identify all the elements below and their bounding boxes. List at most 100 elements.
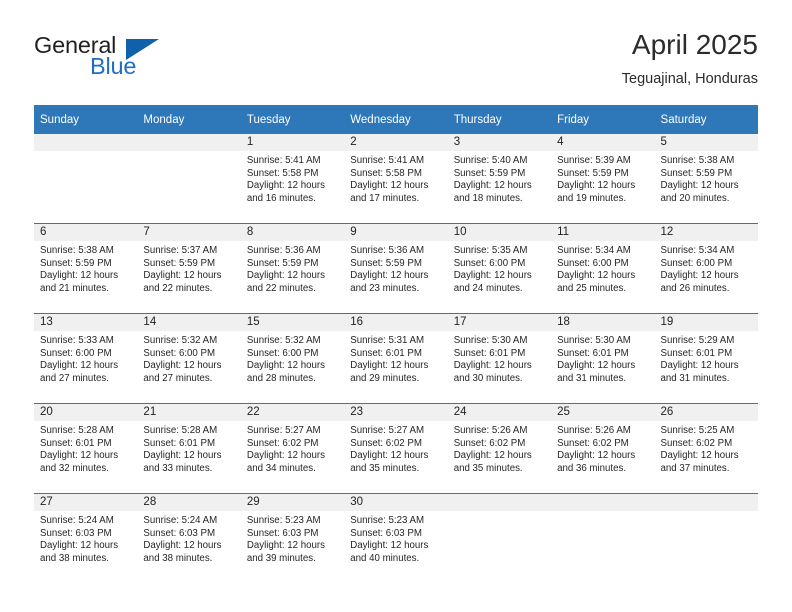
daylight-text-line2: and 29 minutes. bbox=[350, 372, 420, 384]
sunrise-text: Sunrise: 5:36 AM bbox=[246, 245, 321, 256]
day-details: Sunrise: 5:34 AM Sunset: 6:00 PM Daylight:… bbox=[655, 241, 758, 295]
calendar-day-cell[interactable]: 26 Sunrise: 5:25 AM Sunset: 6:02 PM Dayligh… bbox=[654, 403, 758, 494]
day-number: 27 bbox=[34, 494, 138, 511]
calendar-week-row: 27 Sunrise: 5:24 AM Sunset: 6:03 PM Dayligh… bbox=[34, 493, 758, 583]
day-number: 19 bbox=[654, 314, 758, 331]
day-number bbox=[447, 494, 552, 511]
day-number: 23 bbox=[344, 404, 448, 421]
calendar-day-cell[interactable]: 19 Sunrise: 5:29 AM Sunset: 6:01 PM Dayligh… bbox=[654, 313, 758, 404]
sunset-text: Sunset: 6:03 PM bbox=[350, 527, 422, 539]
calendar-day-cell[interactable]: 2 Sunrise: 5:41 AM Sunset: 5:58 PM Daylight… bbox=[344, 134, 448, 224]
calendar-day-cell[interactable]: 30 Sunrise: 5:23 AM Sunset: 6:03 PM Dayligh… bbox=[344, 493, 448, 583]
calendar-day-cell[interactable]: 23 Sunrise: 5:27 AM Sunset: 6:02 PM Dayligh… bbox=[344, 403, 448, 494]
calendar-table: Sunday Monday Tuesday Wednesday Thursday… bbox=[34, 105, 758, 583]
day-number bbox=[551, 494, 655, 511]
calendar-day-cell[interactable]: 21 Sunrise: 5:28 AM Sunset: 6:01 PM Dayligh… bbox=[137, 403, 241, 494]
calendar-day-cell[interactable]: 17 Sunrise: 5:30 AM Sunset: 6:01 PM Dayligh… bbox=[447, 313, 552, 404]
daylight-text-line2: and 31 minutes. bbox=[557, 372, 627, 384]
calendar-day-cell[interactable]: 5 Sunrise: 5:38 AM Sunset: 5:59 PM Daylight… bbox=[654, 134, 758, 224]
calendar-day-cell[interactable]: 27 Sunrise: 5:24 AM Sunset: 6:03 PM Dayligh… bbox=[34, 493, 138, 583]
calendar-day-cell[interactable]: 28 Sunrise: 5:24 AM Sunset: 6:03 PM Dayligh… bbox=[137, 493, 241, 583]
calendar-day-cell[interactable]: 24 Sunrise: 5:26 AM Sunset: 6:02 PM Dayligh… bbox=[447, 403, 552, 494]
day-number: 16 bbox=[344, 314, 448, 331]
day-details: Sunrise: 5:39 AM Sunset: 5:59 PM Daylight:… bbox=[551, 151, 654, 205]
daylight-text-line2: and 35 minutes. bbox=[453, 462, 523, 474]
sunset-text: Sunset: 6:00 PM bbox=[40, 347, 112, 359]
day-number: 6 bbox=[34, 224, 138, 241]
sunrise-text: Sunrise: 5:29 AM bbox=[660, 335, 735, 346]
sunset-text: Sunset: 6:01 PM bbox=[40, 437, 112, 449]
weekday-header-friday: Friday bbox=[551, 105, 655, 134]
general-blue-logo[interactable]: General Blue bbox=[34, 32, 234, 90]
daylight-text-line2: and 35 minutes. bbox=[350, 462, 420, 474]
day-number: 17 bbox=[447, 314, 552, 331]
sunrise-text: Sunrise: 5:37 AM bbox=[143, 245, 218, 256]
sunrise-text: Sunrise: 5:27 AM bbox=[350, 425, 425, 436]
calendar-cell-empty bbox=[34, 134, 138, 224]
calendar-day-cell[interactable]: 25 Sunrise: 5:26 AM Sunset: 6:02 PM Dayligh… bbox=[551, 403, 655, 494]
day-details: Sunrise: 5:29 AM Sunset: 6:01 PM Daylight:… bbox=[655, 331, 758, 385]
sunset-text: Sunset: 5:59 PM bbox=[350, 257, 422, 269]
day-number bbox=[654, 494, 758, 511]
day-number: 28 bbox=[137, 494, 241, 511]
calendar-day-cell[interactable]: 13 Sunrise: 5:33 AM Sunset: 6:00 PM Dayligh… bbox=[34, 313, 138, 404]
day-number: 3 bbox=[447, 134, 552, 151]
sunrise-text: Sunrise: 5:38 AM bbox=[660, 155, 735, 166]
daylight-text-line2: and 22 minutes. bbox=[143, 282, 213, 294]
calendar-day-cell[interactable]: 7 Sunrise: 5:37 AM Sunset: 5:59 PM Daylight… bbox=[137, 223, 241, 314]
sunset-text: Sunset: 6:00 PM bbox=[660, 257, 733, 269]
calendar-day-cell[interactable]: 22 Sunrise: 5:27 AM Sunset: 6:02 PM Dayligh… bbox=[240, 403, 345, 494]
calendar-day-cell[interactable]: 15 Sunrise: 5:32 AM Sunset: 6:00 PM Dayligh… bbox=[240, 313, 345, 404]
daylight-text-line1: Daylight: 12 hours bbox=[246, 270, 325, 282]
calendar-day-cell[interactable]: 6 Sunrise: 5:38 AM Sunset: 5:59 PM Daylight… bbox=[34, 223, 138, 314]
day-number: 15 bbox=[240, 314, 345, 331]
sunrise-text: Sunrise: 5:28 AM bbox=[40, 425, 114, 436]
sunrise-text: Sunrise: 5:23 AM bbox=[350, 515, 425, 526]
daylight-text-line1: Daylight: 12 hours bbox=[143, 360, 222, 372]
day-number: 12 bbox=[654, 224, 758, 241]
logo-text-blue: Blue bbox=[90, 53, 137, 79]
daylight-text-line1: Daylight: 12 hours bbox=[246, 450, 325, 462]
daylight-text-line1: Daylight: 12 hours bbox=[143, 540, 222, 552]
calendar-day-cell[interactable]: 1 Sunrise: 5:41 AM Sunset: 5:58 PM Daylight… bbox=[240, 134, 345, 224]
weekday-header-thursday: Thursday bbox=[447, 105, 552, 134]
daylight-text-line2: and 30 minutes. bbox=[453, 372, 523, 384]
sunset-text: Sunset: 6:00 PM bbox=[557, 257, 629, 269]
sunset-text: Sunset: 6:00 PM bbox=[453, 257, 526, 269]
calendar-week-row: 13 Sunrise: 5:33 AM Sunset: 6:00 PM Dayligh… bbox=[34, 313, 758, 404]
calendar-cell-empty bbox=[551, 493, 655, 583]
calendar-body: 1 Sunrise: 5:41 AM Sunset: 5:58 PM Daylight… bbox=[34, 134, 758, 583]
calendar-day-cell[interactable]: 10 Sunrise: 5:35 AM Sunset: 6:00 PM Dayligh… bbox=[447, 223, 552, 314]
day-details: Sunrise: 5:25 AM Sunset: 6:02 PM Daylight:… bbox=[655, 421, 758, 475]
daylight-text-line2: and 16 minutes. bbox=[246, 192, 316, 204]
day-details: Sunrise: 5:32 AM Sunset: 6:00 PM Daylight:… bbox=[241, 331, 344, 385]
calendar-day-cell[interactable]: 12 Sunrise: 5:34 AM Sunset: 6:00 PM Dayligh… bbox=[654, 223, 758, 314]
calendar-day-cell[interactable]: 20 Sunrise: 5:28 AM Sunset: 6:01 PM Dayligh… bbox=[34, 403, 138, 494]
calendar-week-row: 6 Sunrise: 5:38 AM Sunset: 5:59 PM Daylight… bbox=[34, 223, 758, 314]
sunset-text: Sunset: 6:03 PM bbox=[40, 527, 112, 539]
day-details: Sunrise: 5:35 AM Sunset: 6:00 PM Daylight:… bbox=[448, 241, 551, 295]
calendar-day-cell[interactable]: 9 Sunrise: 5:36 AM Sunset: 5:59 PM Daylight… bbox=[344, 223, 448, 314]
daylight-text-line2: and 21 minutes. bbox=[40, 282, 109, 294]
weekday-header-saturday: Saturday bbox=[654, 105, 758, 134]
daylight-text-line2: and 32 minutes. bbox=[40, 462, 109, 474]
daylight-text-line1: Daylight: 12 hours bbox=[143, 270, 222, 282]
calendar-day-cell[interactable]: 29 Sunrise: 5:23 AM Sunset: 6:03 PM Dayligh… bbox=[240, 493, 345, 583]
day-details: Sunrise: 5:28 AM Sunset: 6:01 PM Daylight:… bbox=[137, 421, 240, 475]
calendar-day-cell[interactable]: 16 Sunrise: 5:31 AM Sunset: 6:01 PM Dayligh… bbox=[344, 313, 448, 404]
sunrise-text: Sunrise: 5:26 AM bbox=[453, 425, 528, 436]
day-details: Sunrise: 5:34 AM Sunset: 6:00 PM Daylight:… bbox=[551, 241, 654, 295]
calendar-day-cell[interactable]: 11 Sunrise: 5:34 AM Sunset: 6:00 PM Dayligh… bbox=[551, 223, 655, 314]
day-details: Sunrise: 5:24 AM Sunset: 6:03 PM Daylight:… bbox=[137, 511, 240, 565]
daylight-text-line2: and 31 minutes. bbox=[660, 372, 730, 384]
calendar-day-cell[interactable]: 8 Sunrise: 5:36 AM Sunset: 5:59 PM Daylight… bbox=[240, 223, 345, 314]
day-details: Sunrise: 5:26 AM Sunset: 6:02 PM Daylight:… bbox=[551, 421, 654, 475]
calendar-day-cell[interactable]: 18 Sunrise: 5:30 AM Sunset: 6:01 PM Dayligh… bbox=[551, 313, 655, 404]
day-number: 24 bbox=[447, 404, 552, 421]
calendar-day-cell[interactable]: 4 Sunrise: 5:39 AM Sunset: 5:59 PM Daylight… bbox=[551, 134, 655, 224]
sunrise-text: Sunrise: 5:25 AM bbox=[660, 425, 735, 436]
calendar-day-cell[interactable]: 14 Sunrise: 5:32 AM Sunset: 6:00 PM Dayligh… bbox=[137, 313, 241, 404]
day-number: 29 bbox=[240, 494, 345, 511]
sunrise-text: Sunrise: 5:24 AM bbox=[40, 515, 114, 526]
calendar-day-cell[interactable]: 3 Sunrise: 5:40 AM Sunset: 5:59 PM Daylight… bbox=[447, 134, 552, 224]
